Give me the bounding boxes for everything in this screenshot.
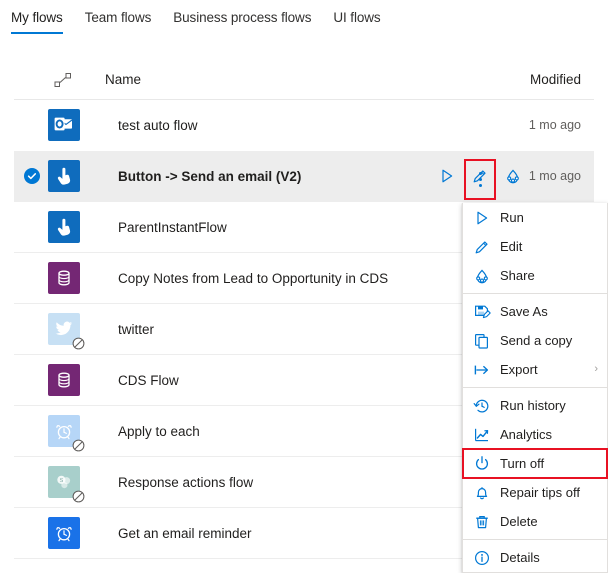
menu-item-label: Turn off bbox=[500, 456, 545, 471]
power-icon bbox=[473, 455, 491, 473]
context-menu: Run Edit Share Save As Send a copy Export › Run… bbox=[462, 203, 608, 573]
column-header-modified[interactable]: Modified bbox=[530, 72, 581, 87]
menu-item-save-as[interactable]: Save As bbox=[463, 297, 607, 326]
menu-item-label: Save As bbox=[500, 304, 548, 319]
table-row[interactable]: test auto flow 1 mo ago bbox=[14, 100, 594, 151]
tab-ui-flows[interactable]: UI flows bbox=[333, 10, 380, 34]
database-icon bbox=[48, 364, 80, 396]
row-selected-checkmark[interactable] bbox=[24, 168, 40, 184]
export-arrow-icon bbox=[473, 361, 491, 379]
flow-name: test auto flow bbox=[118, 117, 198, 133]
save-as-icon bbox=[473, 303, 491, 321]
menu-item-label: Delete bbox=[500, 514, 538, 529]
menu-item-details[interactable]: Details bbox=[463, 543, 607, 572]
info-icon bbox=[473, 549, 491, 567]
tab-business-process-flows[interactable]: Business process flows bbox=[173, 10, 311, 34]
alarm-clock-icon bbox=[48, 517, 80, 549]
ellipsis-dot bbox=[478, 183, 482, 187]
menu-item-edit[interactable]: Edit bbox=[463, 232, 607, 261]
tab-my-flows[interactable]: My flows bbox=[11, 10, 63, 34]
run-triangle-icon bbox=[473, 209, 491, 227]
menu-item-run[interactable]: Run bbox=[463, 203, 607, 232]
flow-connector-icon bbox=[54, 72, 72, 88]
flow-modified: 1 mo ago bbox=[528, 169, 581, 183]
menu-item-label: Details bbox=[500, 550, 540, 565]
flow-disabled-icon bbox=[72, 439, 85, 452]
bell-icon bbox=[473, 484, 491, 502]
menu-item-label: Run history bbox=[500, 398, 566, 413]
menu-item-repair-tips-off[interactable]: Repair tips off bbox=[463, 478, 607, 507]
flow-name: Get an email reminder bbox=[118, 525, 252, 541]
menu-item-analytics[interactable]: Analytics bbox=[463, 420, 607, 449]
tab-bar: My flows Team flows Business process flows… bbox=[0, 0, 608, 38]
menu-item-send-a-copy[interactable]: Send a copy bbox=[463, 326, 607, 355]
menu-item-turn-off[interactable]: Turn off bbox=[462, 448, 608, 479]
menu-item-label: Share bbox=[500, 268, 535, 283]
menu-item-share[interactable]: Share bbox=[463, 261, 607, 290]
button-tap-icon bbox=[48, 211, 80, 243]
menu-separator bbox=[463, 387, 607, 388]
flow-disabled-icon bbox=[72, 337, 85, 350]
flow-name: Response actions flow bbox=[118, 474, 254, 490]
menu-separator bbox=[463, 293, 607, 294]
database-icon bbox=[48, 262, 80, 294]
menu-item-label: Edit bbox=[500, 239, 523, 254]
trash-icon bbox=[473, 513, 491, 531]
menu-item-label: Send a copy bbox=[500, 333, 573, 348]
outlook-icon bbox=[48, 109, 80, 141]
svg-text:S: S bbox=[60, 478, 64, 484]
flow-name: ParentInstantFlow bbox=[118, 219, 227, 235]
ellipsis-dot bbox=[478, 171, 482, 175]
share-icon[interactable] bbox=[504, 167, 522, 185]
flow-name: Button -> Send an email (V2) bbox=[118, 168, 302, 184]
menu-item-label: Analytics bbox=[500, 427, 553, 442]
analytics-chart-icon bbox=[473, 426, 491, 444]
run-icon[interactable] bbox=[438, 167, 456, 185]
menu-item-export[interactable]: Export › bbox=[463, 355, 607, 384]
flow-name: CDS Flow bbox=[118, 372, 179, 388]
more-options-ellipsis[interactable] bbox=[470, 166, 490, 192]
column-header-name[interactable]: Name bbox=[105, 72, 141, 87]
flow-name: twitter bbox=[118, 321, 155, 337]
menu-item-label: Repair tips off bbox=[500, 485, 580, 500]
chevron-right-icon: › bbox=[594, 363, 598, 375]
menu-item-delete[interactable]: Delete bbox=[463, 507, 607, 536]
pencil-icon bbox=[473, 238, 491, 256]
flow-name: Copy Notes from Lead to Opportunity in C… bbox=[118, 270, 389, 286]
menu-item-run-history[interactable]: Run history bbox=[463, 391, 607, 420]
button-tap-icon bbox=[48, 160, 80, 192]
flow-disabled-icon bbox=[72, 490, 85, 503]
flow-name: Apply to each bbox=[118, 423, 200, 439]
copy-icon bbox=[473, 332, 491, 350]
ellipsis-dot bbox=[478, 177, 482, 181]
share-icon bbox=[473, 267, 491, 285]
history-clock-icon bbox=[473, 397, 491, 415]
flow-modified: 1 mo ago bbox=[528, 118, 581, 132]
tab-team-flows[interactable]: Team flows bbox=[85, 10, 152, 34]
column-header: Name Modified bbox=[14, 62, 594, 100]
menu-item-label: Export bbox=[500, 362, 538, 377]
menu-separator bbox=[463, 539, 607, 540]
table-row[interactable]: Button -> Send an email (V2) 1 mo ago bbox=[14, 151, 594, 202]
menu-item-label: Run bbox=[500, 210, 524, 225]
